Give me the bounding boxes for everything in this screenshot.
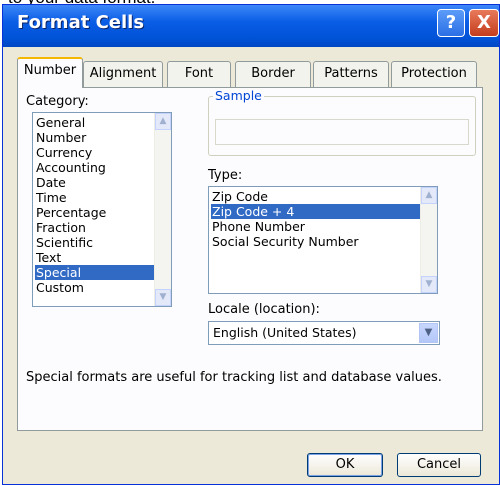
category-item-percentage[interactable]: Percentage (35, 205, 106, 220)
category-item-special[interactable]: Special (35, 265, 154, 280)
locale-select[interactable]: English (United States) ▼ (208, 321, 440, 345)
category-item-fraction[interactable]: Fraction (35, 220, 86, 235)
type-scrollbar[interactable]: ▲ ▼ (420, 187, 437, 293)
locale-label: Locale (location): (208, 302, 320, 317)
category-item-scientific[interactable]: Scientific (35, 235, 93, 250)
type-label: Type: (208, 168, 243, 183)
type-item-zip-code[interactable]: Zip Code (211, 189, 268, 204)
window-title: Format Cells (17, 12, 145, 33)
locale-value: English (United States) (213, 325, 357, 340)
category-item-currency[interactable]: Currency (35, 145, 92, 160)
category-label: Category: (26, 94, 89, 109)
type-list[interactable]: Zip Code Zip Code + 4 Phone Number Socia… (208, 186, 438, 294)
title-bar[interactable]: Format Cells ? X (3, 5, 499, 47)
sample-legend: Sample (213, 88, 264, 103)
close-button[interactable]: X (469, 9, 499, 37)
category-item-time[interactable]: Time (35, 190, 67, 205)
sample-preview (215, 119, 469, 145)
type-item-phone-number[interactable]: Phone Number (211, 219, 305, 234)
number-tab-panel: Category: General Number Currency Accoun… (17, 87, 483, 431)
chevron-down-icon[interactable]: ▼ (419, 323, 438, 343)
tab-font[interactable]: Font (167, 61, 231, 87)
category-item-accounting[interactable]: Accounting (35, 160, 106, 175)
scroll-up-icon[interactable]: ▲ (421, 187, 437, 204)
cancel-button[interactable]: Cancel (397, 453, 481, 477)
category-item-general[interactable]: General (35, 115, 85, 130)
category-description: Special formats are useful for tracking … (26, 370, 442, 385)
type-item-social-security-number[interactable]: Social Security Number (211, 234, 359, 249)
ok-button[interactable]: OK (307, 453, 383, 477)
type-item-zip-code-plus-4[interactable]: Zip Code + 4 (211, 204, 420, 219)
scroll-up-icon[interactable]: ▲ (155, 113, 171, 130)
category-item-date[interactable]: Date (35, 175, 66, 190)
tab-protection[interactable]: Protection (391, 61, 477, 87)
tab-border[interactable]: Border (235, 61, 311, 87)
category-item-custom[interactable]: Custom (35, 280, 84, 295)
tab-patterns[interactable]: Patterns (313, 61, 389, 87)
sample-group: Sample (208, 88, 476, 156)
scroll-down-icon[interactable]: ▼ (155, 289, 171, 306)
category-list[interactable]: General Number Currency Accounting Date … (32, 112, 172, 307)
format-cells-dialog: Format Cells ? X Number Alignment Font B… (2, 4, 500, 485)
help-button[interactable]: ? (437, 9, 465, 37)
category-item-text[interactable]: Text (35, 250, 61, 265)
scroll-down-icon[interactable]: ▼ (421, 276, 437, 293)
category-item-number[interactable]: Number (35, 130, 86, 145)
category-scrollbar[interactable]: ▲ ▼ (154, 113, 171, 306)
tab-number[interactable]: Number (17, 57, 83, 88)
tab-alignment[interactable]: Alignment (83, 61, 163, 87)
